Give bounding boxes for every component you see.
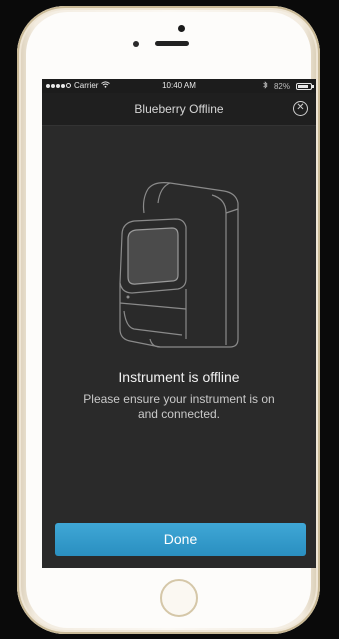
offline-title: Instrument is offline [118, 369, 240, 385]
bluetooth-icon [263, 81, 268, 91]
close-icon: ✕ [296, 102, 305, 113]
close-button[interactable]: ✕ [293, 101, 308, 116]
camera-icon [178, 25, 185, 32]
nav-title: Blueberry Offline [134, 102, 224, 116]
nav-bar: Blueberry Offline ✕ [42, 93, 316, 126]
home-button[interactable] [160, 579, 198, 617]
battery-percent: 82% [273, 81, 290, 91]
status-right: 82% [263, 81, 314, 91]
offline-message: Please ensure your instrument is on and … [83, 392, 275, 421]
front-camera-icon [133, 41, 139, 47]
done-button[interactable]: Done [55, 523, 306, 556]
instrument-device-icon [114, 179, 244, 351]
status-bar: Carrier 10:40 AM 82% [42, 79, 316, 93]
device-stage: Carrier 10:40 AM 82% Blueberry Offline ✕… [0, 0, 339, 639]
app-screen: Carrier 10:40 AM 82% Blueberry Offline ✕… [42, 79, 316, 568]
battery-icon [296, 82, 314, 90]
speaker-grille [155, 41, 189, 46]
